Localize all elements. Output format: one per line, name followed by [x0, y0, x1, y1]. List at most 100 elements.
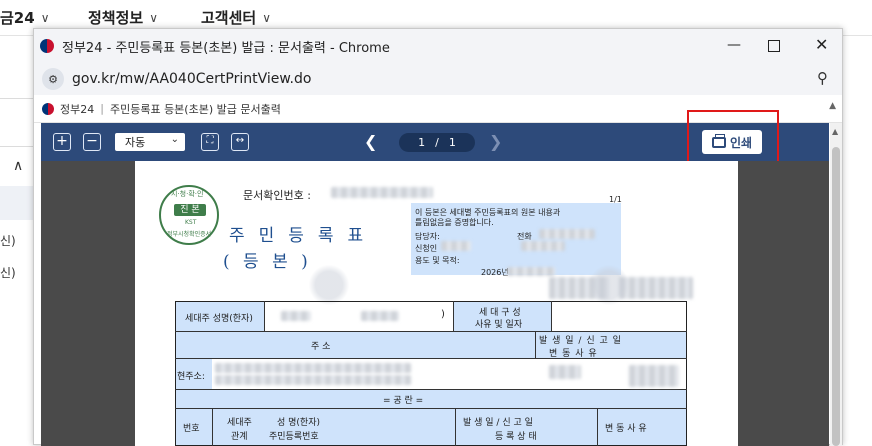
table-line: [175, 331, 687, 332]
redacted-address: [215, 375, 411, 385]
change-column-header: 변 동 사 유: [549, 349, 598, 359]
popup-window: 정부24 - 주민등록표 등본(초본) 발급 : 문서출력 - Chrome —…: [33, 28, 843, 446]
next-page-icon[interactable]: ❯: [489, 132, 502, 151]
page-separator: /: [435, 136, 439, 149]
redacted-date: [507, 267, 555, 276]
zoom-out-icon[interactable]: −: [83, 133, 101, 151]
current-address-label: 현주소:: [177, 372, 205, 382]
separator: |: [100, 102, 104, 115]
seal-title: 진 본: [174, 204, 206, 216]
zoom-search-icon[interactable]: ⚲: [817, 69, 828, 87]
chevron-down-icon: ∨: [149, 10, 158, 25]
event-column-header: 발 생 일 / 신 고 일: [463, 418, 533, 428]
official-seal: 시·청·확·인 진 본 KST 정부시청확인증서: [159, 185, 219, 245]
doc-number-label: 문서확인번호 :: [243, 189, 311, 202]
document-subtitle: ( 등 본 ): [223, 252, 312, 272]
table-line: [264, 301, 265, 331]
change-column-header: 변 동 사 유: [605, 424, 647, 434]
householder-label: 세대주 성명(한자): [185, 314, 253, 324]
redacted-name: [281, 311, 311, 321]
nav-item-gov24[interactable]: 금24 ∨: [0, 7, 49, 28]
sidebar-text: 신): [0, 234, 16, 248]
document-page: 시·청·확·인 진 본 KST 정부시청확인증서 문서확인번호 : 1/1 주민…: [135, 161, 738, 446]
zoom-in-icon[interactable]: +: [53, 133, 71, 151]
nav-item-label: 정책정보: [88, 9, 144, 27]
table-line: [175, 358, 687, 359]
zoom-select-value: 자동: [125, 136, 146, 149]
no-column-header: 번호: [183, 424, 200, 434]
notice-text: 틀림없음을 증명합니다.: [415, 218, 494, 227]
relation-column-header: 세대주: [227, 418, 252, 428]
redacted-applicant-info: [521, 241, 565, 251]
redacted-phone: [539, 229, 595, 239]
table-line: [551, 301, 552, 331]
previous-page-icon[interactable]: ❮: [364, 132, 377, 151]
current-page[interactable]: 1: [418, 136, 425, 149]
table-line: [455, 408, 456, 446]
url-text[interactable]: gov.kr/mw/AA040CertPrintView.do: [72, 71, 311, 87]
background-sidebar: ∧ 신) 신): [0, 36, 34, 445]
document-title: 주민등록표: [229, 226, 378, 246]
scroll-up-icon[interactable]: ▲: [829, 101, 836, 111]
page-brand: 정부24: [60, 102, 95, 116]
seal-code: KST: [185, 219, 197, 226]
divider: [0, 146, 34, 147]
name-column-header: 성 명(한자): [277, 418, 321, 428]
address-column-header: 주 소: [311, 342, 331, 352]
purpose-label: 용도 및 목적:: [415, 256, 460, 265]
event-column-header: 발 생 일 / 신 고 일: [539, 336, 622, 346]
reason-date-label: 사유 및 일자: [475, 320, 523, 330]
rrn-column-header: 주민등록번호: [269, 432, 319, 442]
nav-item-support[interactable]: 고객센터 ∨: [201, 7, 271, 28]
redacted-event-date: [549, 365, 581, 379]
issue-date: 2026년: [481, 268, 509, 277]
table-line: [535, 331, 536, 358]
chevron-down-icon: ∨: [40, 10, 50, 25]
seal-bottom-text: 정부시청확인증서: [167, 231, 212, 238]
window-title: 정부24 - 주민등록표 등본(초본) 발급 : 문서출력 - Chrome: [62, 40, 390, 56]
redacted-doc-number: [331, 187, 433, 198]
site-info-icon[interactable]: ⚙: [42, 68, 64, 90]
redacted-name-hanja: [361, 311, 399, 321]
chevron-down-icon: ⌄: [170, 134, 179, 145]
document-viewer: 시·청·확·인 진 본 KST 정부시청확인증서 문서확인번호 : 1/1 주민…: [41, 161, 829, 446]
official-label: 담당자:: [415, 232, 440, 241]
window-titlebar: 정부24 - 주민등록표 등본(초본) 발급 : 문서출력 - Chrome —…: [34, 29, 842, 63]
status-column-header: 등 록 상 태: [495, 432, 537, 442]
fit-width-icon[interactable]: ↔: [231, 133, 249, 151]
table-line: [597, 408, 598, 446]
nav-item-policy[interactable]: 정책정보 ∨: [88, 7, 158, 28]
scroll-up-icon[interactable]: ▲: [832, 127, 838, 136]
chevron-up-icon[interactable]: ∧: [13, 158, 23, 174]
page-indicator: 1 / 1: [399, 133, 475, 152]
redacted-change: [629, 365, 679, 387]
nav-item-label: 고객센터: [201, 9, 257, 27]
address-bar: ⚙ gov.kr/mw/AA040CertPrintView.do ⚲: [34, 63, 842, 95]
section-title: = 공 란 =: [383, 396, 424, 406]
fit-page-icon[interactable]: ⛶: [201, 133, 219, 151]
paren-close: ): [441, 309, 445, 320]
page-title: 주민등록표 등본(초본) 발급 문서출력: [109, 102, 281, 116]
background-right-area: [843, 36, 872, 445]
table-section-row: [176, 390, 686, 408]
gov24-logo-icon: [42, 102, 54, 115]
gov24-logo-icon: [40, 39, 54, 53]
close-icon[interactable]: ✕: [815, 35, 828, 54]
zoom-select[interactable]: 자동 ⌄: [115, 133, 185, 151]
applicant-label: 신청인: [415, 244, 438, 253]
vertical-scrollbar[interactable]: ▲: [830, 123, 842, 446]
table-line: [453, 301, 454, 331]
table-line: [175, 389, 687, 390]
scrollbar-thumb[interactable]: [832, 147, 840, 446]
relation-column-header: 관계: [231, 432, 248, 442]
sidebar-text: 신): [0, 266, 16, 280]
minimize-icon[interactable]: —: [727, 37, 741, 53]
sidebar-selected-item[interactable]: [0, 186, 34, 220]
maximize-icon[interactable]: [768, 40, 780, 52]
seal-top-text: 시·청·확·인: [171, 190, 204, 198]
divider: [0, 98, 34, 99]
table-line: [175, 408, 687, 409]
chevron-down-icon: ∨: [262, 10, 271, 25]
redacted-address: [215, 363, 411, 373]
table-line: [212, 408, 213, 446]
